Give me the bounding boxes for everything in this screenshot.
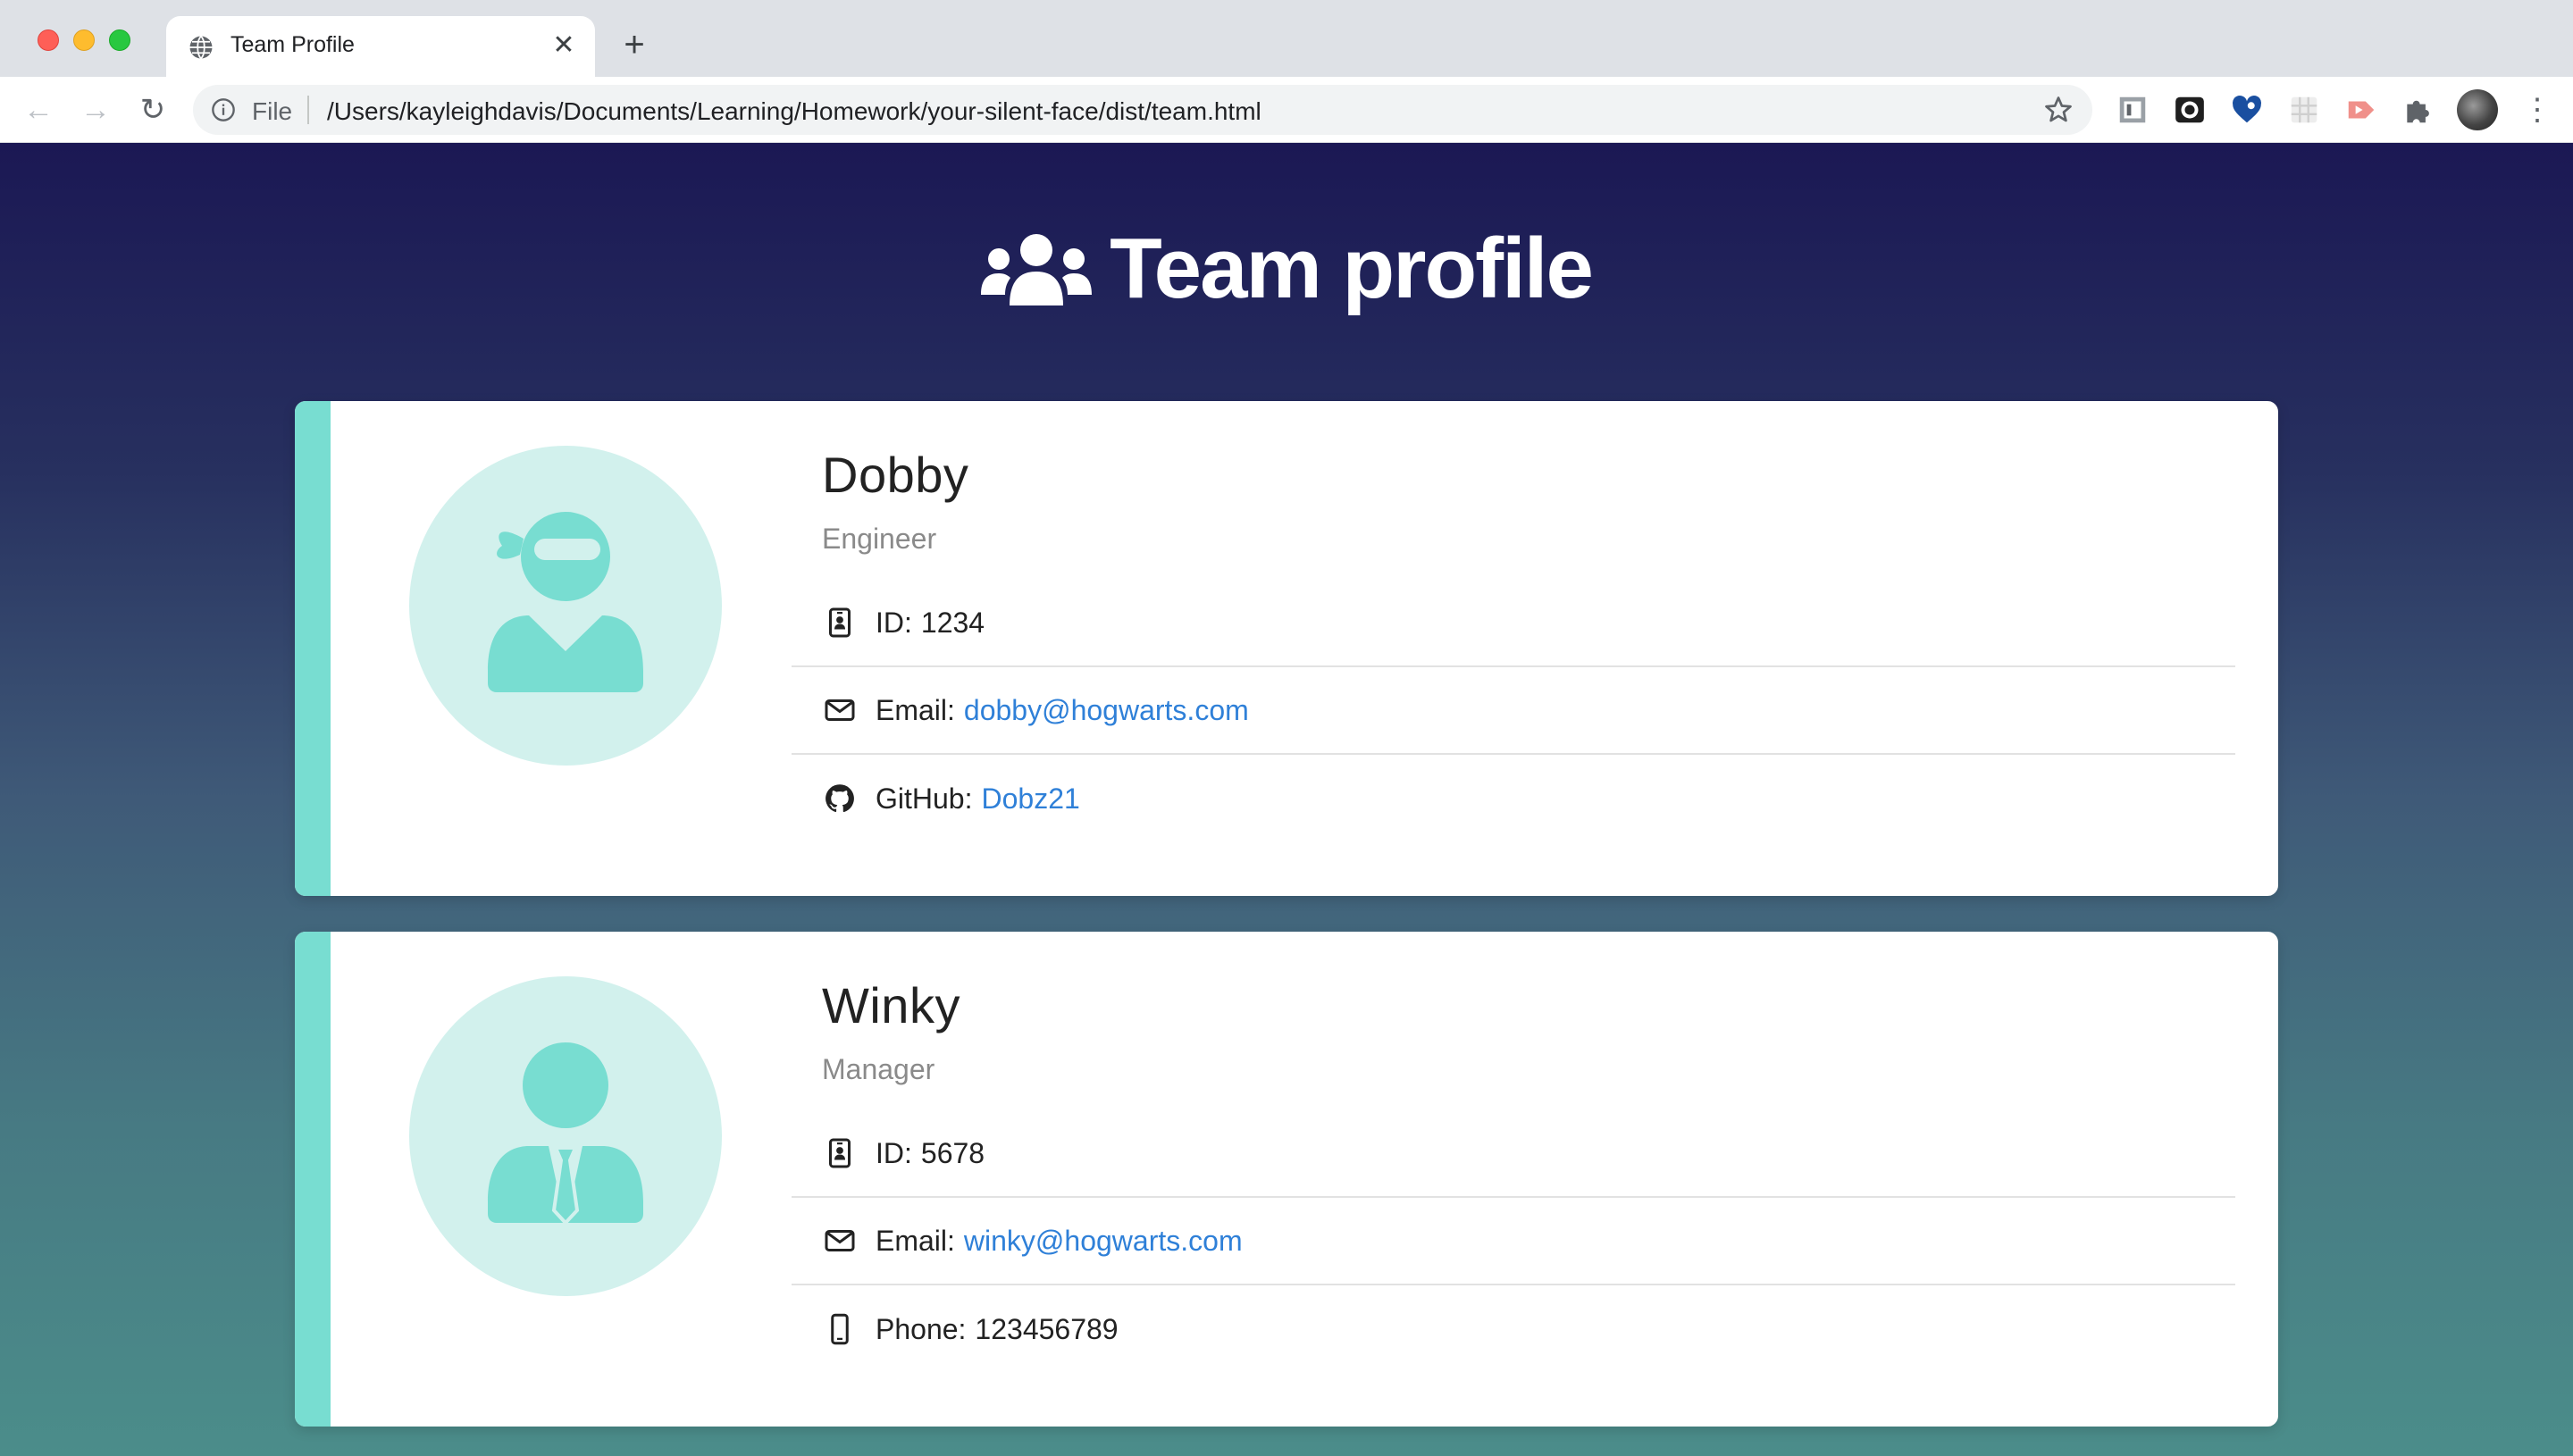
employee-role: Engineer	[822, 523, 937, 555]
avatar-circle	[409, 446, 722, 766]
browser-toolbar: ← → ↻ File /Users/kayleighdavis/Document…	[0, 77, 2573, 143]
employee-name: Winky	[822, 977, 960, 1033]
phone-value: 123456789	[975, 1312, 1119, 1345]
github-link[interactable]: Dobz21	[981, 782, 1079, 816]
id-value: 5678	[920, 1136, 985, 1169]
card-accent-bar	[295, 401, 331, 896]
scheme-label: File	[252, 97, 293, 125]
id-value: 1234	[920, 606, 985, 639]
heart-extension-icon[interactable]	[2230, 93, 2264, 127]
id-label: ID:	[876, 606, 912, 639]
email-row: Email: winky@hogwarts.com	[792, 1198, 2235, 1285]
ninja-icon	[488, 512, 643, 692]
id-badge-icon	[829, 1138, 851, 1168]
back-button[interactable]: ←	[18, 89, 59, 130]
info-list: ID: 1234 Email: dobby@hogwarts.com GitHu…	[792, 580, 2235, 842]
address-bar[interactable]: File /Users/kayleighdavis/Documents/Lear…	[193, 85, 2092, 135]
employee-name: Dobby	[822, 447, 969, 503]
browser-tab-bar: Team Profile ✕ +	[0, 0, 2573, 77]
rp-extension-icon[interactable]	[2116, 93, 2150, 127]
github-label: GitHub:	[876, 782, 973, 815]
browser-menu-button[interactable]: ⋮	[2519, 89, 2555, 130]
email-label: Email:	[876, 1224, 955, 1257]
tab-title: Team Profile	[230, 32, 355, 57]
card-accent-bar	[295, 932, 331, 1427]
camera-extension-icon[interactable]	[2173, 93, 2207, 127]
id-row: ID: 5678	[792, 1110, 2235, 1198]
envelope-icon	[825, 1230, 855, 1251]
page-title: Team profile	[1110, 221, 1594, 316]
team-member-card: Dobby Engineer ID: 1234 Email: dobby@hog…	[295, 401, 2278, 896]
grid-extension-icon[interactable]	[2287, 93, 2321, 127]
bookmark-star-icon[interactable]	[2042, 94, 2074, 126]
avatar-circle	[409, 976, 722, 1296]
github-icon	[826, 784, 854, 813]
page-viewport: Team profile Dobby Engineer ID: 1234 Ema…	[0, 143, 2573, 1456]
info-list: ID: 5678 Email: winky@hogwarts.com Phone…	[792, 1110, 2235, 1373]
mobile-phone-icon	[831, 1313, 849, 1345]
address-separator	[307, 96, 309, 124]
url-text[interactable]: /Users/kayleighdavis/Documents/Learning/…	[327, 97, 1261, 126]
businessman-icon	[488, 1042, 643, 1226]
close-tab-button[interactable]: ✕	[549, 30, 579, 61]
profile-avatar[interactable]	[2457, 89, 2498, 130]
page-header: Team profile	[0, 220, 2573, 327]
forward-button[interactable]: →	[75, 89, 116, 130]
globe-icon	[189, 35, 213, 60]
email-link[interactable]: dobby@hogwarts.com	[964, 694, 1249, 727]
phone-label: Phone:	[876, 1312, 967, 1345]
email-link[interactable]: winky@hogwarts.com	[964, 1225, 1243, 1258]
new-tab-button[interactable]: +	[615, 25, 654, 64]
team-member-card: Winky Manager ID: 5678 Email: winky@hogw…	[295, 932, 2278, 1427]
phone-row: Phone: 123456789	[792, 1285, 2235, 1373]
maximize-window-button[interactable]	[109, 29, 130, 51]
users-icon	[981, 234, 1093, 305]
email-row: Email: dobby@hogwarts.com	[792, 667, 2235, 755]
email-label: Email:	[876, 693, 955, 726]
minimize-window-button[interactable]	[73, 29, 95, 51]
id-label: ID:	[876, 1136, 912, 1169]
reload-button[interactable]: ↻	[132, 89, 173, 130]
play-extension-icon[interactable]	[2344, 93, 2378, 127]
info-icon[interactable]	[211, 97, 236, 122]
github-row: GitHub: Dobz21	[792, 755, 2235, 842]
employee-role: Manager	[822, 1053, 935, 1085]
id-row: ID: 1234	[792, 580, 2235, 667]
id-badge-icon	[829, 607, 851, 638]
browser-tab[interactable]: Team Profile ✕	[166, 16, 595, 77]
envelope-icon	[825, 699, 855, 721]
puzzle-icon[interactable]	[2401, 93, 2435, 127]
close-window-button[interactable]	[38, 29, 59, 51]
